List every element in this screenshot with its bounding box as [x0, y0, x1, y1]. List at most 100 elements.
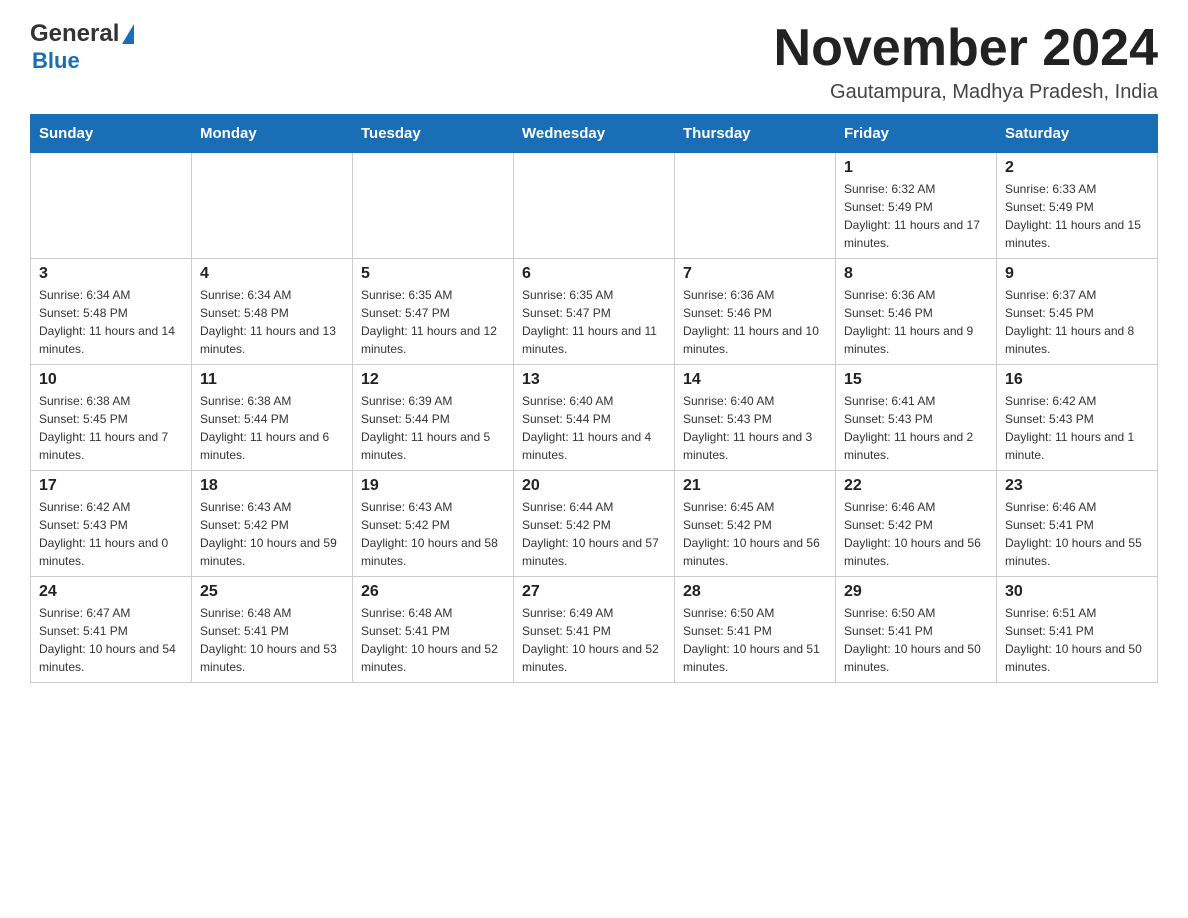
calendar-week-2: 3 Sunrise: 6:34 AM Sunset: 5:48 PM Daylig… — [31, 259, 1158, 365]
month-title: November 2024 — [774, 20, 1158, 77]
column-header-tuesday: Tuesday — [353, 115, 514, 153]
day-info: Sunrise: 6:45 AM Sunset: 5:42 PM Dayligh… — [683, 498, 827, 570]
day-info: Sunrise: 6:42 AM Sunset: 5:43 PM Dayligh… — [39, 498, 183, 570]
day-number: 16 — [1005, 371, 1149, 389]
day-number: 27 — [522, 583, 666, 601]
day-number: 17 — [39, 477, 183, 495]
day-info: Sunrise: 6:49 AM Sunset: 5:41 PM Dayligh… — [522, 604, 666, 676]
calendar-week-1: 1 Sunrise: 6:32 AM Sunset: 5:49 PM Daylig… — [31, 153, 1158, 259]
day-number: 5 — [361, 265, 505, 283]
calendar-cell: 30Sunrise: 6:51 AM Sunset: 5:41 PM Dayli… — [997, 577, 1158, 683]
calendar-cell: 11Sunrise: 6:38 AM Sunset: 5:44 PM Dayli… — [192, 365, 353, 471]
calendar-cell: 27 Sunrise: 6:49 AM Sunset: 5:41 PM Dayli… — [514, 577, 675, 683]
day-info: Sunrise: 6:43 AM Sunset: 5:42 PM Dayligh… — [361, 498, 505, 570]
calendar-cell: 28 Sunrise: 6:50 AM Sunset: 5:41 PM Dayli… — [675, 577, 836, 683]
calendar-cell: 1 Sunrise: 6:32 AM Sunset: 5:49 PM Daylig… — [836, 153, 997, 259]
day-number: 3 — [39, 265, 183, 283]
day-number: 11 — [200, 371, 344, 389]
calendar-cell: 9 Sunrise: 6:37 AM Sunset: 5:45 PM Daylig… — [997, 259, 1158, 365]
day-info: Sunrise: 6:33 AM Sunset: 5:49 PM Dayligh… — [1005, 180, 1149, 252]
day-info: Sunrise: 6:44 AM Sunset: 5:42 PM Dayligh… — [522, 498, 666, 570]
day-number: 2 — [1005, 159, 1149, 177]
calendar-cell: 12 Sunrise: 6:39 AM Sunset: 5:44 PM Dayli… — [353, 365, 514, 471]
calendar-week-4: 17 Sunrise: 6:42 AM Sunset: 5:43 PM Dayli… — [31, 471, 1158, 577]
day-number: 9 — [1005, 265, 1149, 283]
calendar-cell: 5 Sunrise: 6:35 AM Sunset: 5:47 PM Daylig… — [353, 259, 514, 365]
day-info: Sunrise: 6:46 AM Sunset: 5:42 PM Dayligh… — [844, 498, 988, 570]
day-info: Sunrise: 6:51 AM Sunset: 5:41 PM Dayligh… — [1005, 604, 1149, 676]
day-info: Sunrise: 6:35 AM Sunset: 5:47 PM Dayligh… — [361, 286, 505, 358]
day-info: Sunrise: 6:37 AM Sunset: 5:45 PM Dayligh… — [1005, 286, 1149, 358]
day-number: 10 — [39, 371, 183, 389]
calendar-cell: 25 Sunrise: 6:48 AM Sunset: 5:41 PM Dayli… — [192, 577, 353, 683]
calendar-cell: 20 Sunrise: 6:44 AM Sunset: 5:42 PM Dayli… — [514, 471, 675, 577]
day-info: Sunrise: 6:35 AM Sunset: 5:47 PM Dayligh… — [522, 286, 666, 358]
logo-general-text: General — [30, 20, 119, 48]
calendar-cell: 22 Sunrise: 6:46 AM Sunset: 5:42 PM Dayli… — [836, 471, 997, 577]
calendar-cell — [353, 153, 514, 259]
day-number: 20 — [522, 477, 666, 495]
day-info: Sunrise: 6:50 AM Sunset: 5:41 PM Dayligh… — [844, 604, 988, 676]
day-number: 15 — [844, 371, 988, 389]
column-header-monday: Monday — [192, 115, 353, 153]
calendar-cell: 10 Sunrise: 6:38 AM Sunset: 5:45 PM Dayli… — [31, 365, 192, 471]
calendar-cell — [31, 153, 192, 259]
day-info: Sunrise: 6:43 AM Sunset: 5:42 PM Dayligh… — [200, 498, 344, 570]
title-section: November 2024 Gautampura, Madhya Pradesh… — [774, 20, 1158, 104]
calendar-cell: 19 Sunrise: 6:43 AM Sunset: 5:42 PM Dayli… — [353, 471, 514, 577]
calendar-cell: 16 Sunrise: 6:42 AM Sunset: 5:43 PM Dayli… — [997, 365, 1158, 471]
calendar-cell: 7 Sunrise: 6:36 AM Sunset: 5:46 PM Daylig… — [675, 259, 836, 365]
day-info: Sunrise: 6:39 AM Sunset: 5:44 PM Dayligh… — [361, 392, 505, 464]
day-info: Sunrise: 6:32 AM Sunset: 5:49 PM Dayligh… — [844, 180, 988, 252]
day-number: 22 — [844, 477, 988, 495]
calendar-cell: 8Sunrise: 6:36 AM Sunset: 5:46 PM Daylig… — [836, 259, 997, 365]
day-info: Sunrise: 6:41 AM Sunset: 5:43 PM Dayligh… — [844, 392, 988, 464]
day-info: Sunrise: 6:34 AM Sunset: 5:48 PM Dayligh… — [200, 286, 344, 358]
day-number: 21 — [683, 477, 827, 495]
calendar-cell: 18 Sunrise: 6:43 AM Sunset: 5:42 PM Dayli… — [192, 471, 353, 577]
day-info: Sunrise: 6:48 AM Sunset: 5:41 PM Dayligh… — [200, 604, 344, 676]
day-number: 4 — [200, 265, 344, 283]
logo: General Blue — [30, 20, 134, 74]
calendar-cell: 13Sunrise: 6:40 AM Sunset: 5:44 PM Dayli… — [514, 365, 675, 471]
calendar-cell: 14Sunrise: 6:40 AM Sunset: 5:43 PM Dayli… — [675, 365, 836, 471]
logo-blue-text: Blue — [32, 48, 80, 74]
day-number: 7 — [683, 265, 827, 283]
calendar-cell: 26Sunrise: 6:48 AM Sunset: 5:41 PM Dayli… — [353, 577, 514, 683]
day-info: Sunrise: 6:36 AM Sunset: 5:46 PM Dayligh… — [683, 286, 827, 358]
calendar-week-5: 24Sunrise: 6:47 AM Sunset: 5:41 PM Dayli… — [31, 577, 1158, 683]
day-number: 28 — [683, 583, 827, 601]
calendar-cell: 21 Sunrise: 6:45 AM Sunset: 5:42 PM Dayli… — [675, 471, 836, 577]
day-info: Sunrise: 6:38 AM Sunset: 5:45 PM Dayligh… — [39, 392, 183, 464]
calendar-table: SundayMondayTuesdayWednesdayThursdayFrid… — [30, 114, 1158, 683]
calendar-cell: 17 Sunrise: 6:42 AM Sunset: 5:43 PM Dayli… — [31, 471, 192, 577]
day-number: 24 — [39, 583, 183, 601]
day-number: 23 — [1005, 477, 1149, 495]
day-info: Sunrise: 6:42 AM Sunset: 5:43 PM Dayligh… — [1005, 392, 1149, 464]
location-text: Gautampura, Madhya Pradesh, India — [774, 81, 1158, 104]
day-info: Sunrise: 6:46 AM Sunset: 5:41 PM Dayligh… — [1005, 498, 1149, 570]
day-number: 25 — [200, 583, 344, 601]
calendar-cell: 2 Sunrise: 6:33 AM Sunset: 5:49 PM Daylig… — [997, 153, 1158, 259]
calendar-cell — [675, 153, 836, 259]
calendar-header-row: SundayMondayTuesdayWednesdayThursdayFrid… — [31, 115, 1158, 153]
day-number: 6 — [522, 265, 666, 283]
column-header-saturday: Saturday — [997, 115, 1158, 153]
calendar-cell: 24Sunrise: 6:47 AM Sunset: 5:41 PM Dayli… — [31, 577, 192, 683]
day-number: 1 — [844, 159, 988, 177]
page-header: General Blue November 2024 Gautampura, M… — [30, 20, 1158, 104]
day-info: Sunrise: 6:50 AM Sunset: 5:41 PM Dayligh… — [683, 604, 827, 676]
calendar-cell: 4 Sunrise: 6:34 AM Sunset: 5:48 PM Daylig… — [192, 259, 353, 365]
logo-triangle-icon — [122, 24, 134, 44]
day-number: 13 — [522, 371, 666, 389]
calendar-cell: 23 Sunrise: 6:46 AM Sunset: 5:41 PM Dayli… — [997, 471, 1158, 577]
calendar-cell: 29Sunrise: 6:50 AM Sunset: 5:41 PM Dayli… — [836, 577, 997, 683]
calendar-week-3: 10 Sunrise: 6:38 AM Sunset: 5:45 PM Dayli… — [31, 365, 1158, 471]
column-header-wednesday: Wednesday — [514, 115, 675, 153]
day-number: 12 — [361, 371, 505, 389]
day-info: Sunrise: 6:48 AM Sunset: 5:41 PM Dayligh… — [361, 604, 505, 676]
calendar-cell — [192, 153, 353, 259]
day-number: 14 — [683, 371, 827, 389]
day-number: 19 — [361, 477, 505, 495]
day-number: 18 — [200, 477, 344, 495]
